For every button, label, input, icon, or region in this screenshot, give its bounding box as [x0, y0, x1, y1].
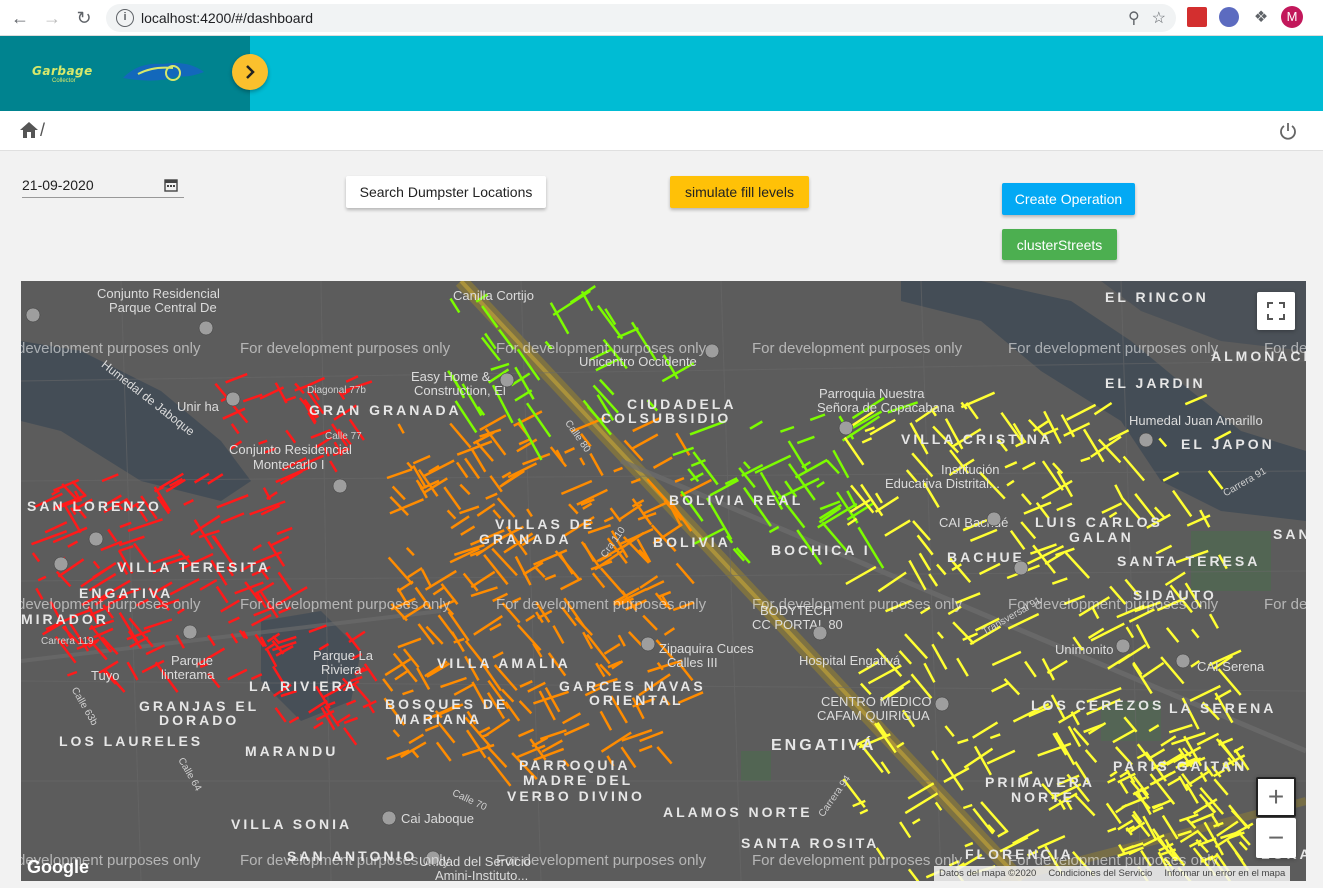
cluster-streets-button[interactable]: clusterStreets [1002, 229, 1117, 260]
simulate-fill-levels-button[interactable]: simulate fill levels [670, 176, 809, 208]
dev-watermark: For de [1264, 340, 1306, 357]
dev-watermark: For de [1264, 596, 1306, 613]
back-icon[interactable]: ← [8, 6, 32, 30]
map-data-link[interactable]: Datos del mapa ©2020 [939, 868, 1036, 879]
dev-watermark: For development purposes only [240, 340, 451, 357]
power-icon[interactable] [1278, 121, 1298, 141]
zoom-out-button[interactable]: − [1256, 818, 1296, 858]
dev-watermark: For development purposes only [496, 596, 707, 613]
minus-icon: − [1267, 822, 1285, 853]
dev-watermark: For development purposes only [240, 596, 451, 613]
fullscreen-icon [1267, 302, 1285, 320]
bookmark-star-icon[interactable]: ☆ [1152, 8, 1166, 28]
expand-sidebar-button[interactable] [232, 54, 268, 90]
home-icon[interactable] [19, 121, 39, 139]
breadcrumb: / [0, 111, 1323, 151]
map-attribution: Datos del mapa ©2020 Condiciones del Ser… [934, 866, 1291, 881]
url-text: localhost:4200/#/dashboard [141, 10, 314, 26]
extension-check-icon[interactable] [1219, 7, 1239, 27]
chevron-right-icon [246, 65, 255, 79]
address-bar[interactable]: i localhost:4200/#/dashboard ⚲ ☆ [106, 4, 1176, 32]
dev-watermark: For development purposes only [752, 596, 963, 613]
dev-watermark: For development purposes only [240, 852, 451, 869]
report-error-link[interactable]: Informar un error en el mapa [1164, 868, 1285, 879]
dev-watermark: For development purposes only [752, 852, 963, 869]
dev-watermark: development purposes only [21, 340, 201, 357]
breadcrumb-separator: / [40, 120, 46, 140]
google-logo[interactable]: Google [27, 857, 89, 878]
logo-text: Garbage [32, 64, 93, 78]
create-operation-button[interactable]: Create Operation [1002, 183, 1135, 215]
dev-watermark: For development purposes only [496, 852, 707, 869]
dev-watermark: For development purposes only [752, 340, 963, 357]
browser-toolbar: ← → ↻ i localhost:4200/#/dashboard ⚲ ☆ ❖… [0, 0, 1323, 36]
key-icon[interactable]: ⚲ [1128, 8, 1140, 28]
terms-link[interactable]: Condiciones del Servicio [1048, 868, 1152, 879]
dev-watermark: For development purposes only [496, 340, 707, 357]
garbage-truck-logo-icon [123, 63, 204, 81]
reload-icon[interactable]: ↻ [72, 6, 96, 30]
search-dumpster-locations-button[interactable]: Search Dumpster Locations [346, 176, 546, 208]
dev-watermark: For development purposes only [1008, 596, 1219, 613]
extensions-puzzle-icon[interactable]: ❖ [1251, 7, 1271, 27]
app-header: Garbage Collector [0, 36, 1323, 111]
extension-m-icon[interactable] [1187, 7, 1207, 27]
profile-avatar[interactable]: M [1281, 6, 1303, 28]
dev-watermark: For development purposes only [1008, 340, 1219, 357]
zoom-in-button[interactable]: + [1256, 777, 1296, 817]
dev-watermark: development purposes only [21, 596, 201, 613]
date-input[interactable] [22, 177, 152, 193]
google-map[interactable]: Conjunto Residencial Parque Central De H… [21, 281, 1306, 881]
date-field[interactable] [22, 175, 184, 198]
fullscreen-button[interactable] [1257, 292, 1295, 330]
plus-icon: + [1267, 781, 1285, 812]
forward-icon[interactable]: → [40, 6, 64, 30]
site-info-icon[interactable]: i [116, 9, 134, 27]
logo-area: Garbage Collector [0, 36, 250, 111]
calendar-icon[interactable] [164, 178, 178, 192]
logo-subtext: Collector [52, 78, 76, 84]
map-pins-layer [25, 307, 1191, 866]
